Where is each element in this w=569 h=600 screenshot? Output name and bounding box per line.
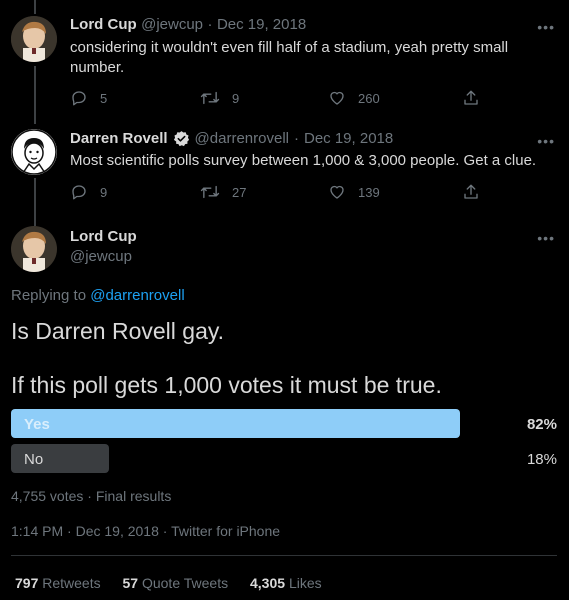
likes-count: 4,305 <box>250 575 286 591</box>
poll-summary: 4,755 votes · Final results <box>11 488 171 504</box>
reply1-author-handle[interactable]: @jewcup <box>141 16 203 33</box>
replying-to-link[interactable]: @darrenrovell <box>90 287 184 304</box>
replying-to-prefix: Replying to <box>11 287 87 304</box>
reply2-reply-count: 9 <box>100 184 108 200</box>
reply2-more-icon[interactable]: ••• <box>537 134 555 148</box>
main-stats: 797 Retweets 57 Quote Tweets 4,305 Likes <box>15 575 322 591</box>
avatar-image <box>11 129 57 175</box>
retweets-stat[interactable]: 797 Retweets <box>15 575 105 591</box>
main-source[interactable]: Twitter for iPhone <box>171 523 280 539</box>
verified-badge-icon <box>173 131 189 147</box>
main-tweet-line2: If this poll gets 1,000 votes it must be… <box>11 372 442 398</box>
heart-icon <box>330 91 344 105</box>
reply2-text: Most scientific polls survey between 1,0… <box>70 152 537 169</box>
main-date-separator: · <box>67 523 72 539</box>
poll-status: Final results <box>95 488 172 504</box>
avatar-lord-cup-1[interactable] <box>11 16 57 62</box>
avatar-image <box>11 226 57 272</box>
retweets-count: 797 <box>15 575 39 591</box>
main-tweet-timestamp: 1:14 PM · Dec 19, 2018 · Twitter for iPh… <box>11 523 280 539</box>
reply1-date[interactable]: Dec 19, 2018 <box>217 16 306 33</box>
reply2-separator: · <box>293 130 299 147</box>
reply2-author-handle[interactable]: @darrenrovell <box>195 130 289 147</box>
share-icon <box>464 90 478 105</box>
avatar-darren-rovell[interactable] <box>11 129 57 175</box>
heart-icon <box>330 185 344 199</box>
avatar-image <box>11 16 57 62</box>
reply2-retweet-count: 27 <box>232 184 247 200</box>
reply1-reply-button[interactable]: 5 <box>70 88 107 108</box>
poll-separator: · <box>87 488 92 504</box>
reply2-retweet-button[interactable]: 27 <box>200 182 246 202</box>
reply1-author-name[interactable]: Lord Cup <box>70 16 137 33</box>
poll-option-yes-percent: 82% <box>526 416 557 433</box>
main-date[interactable]: Dec 19, 2018 <box>76 523 159 539</box>
reply-icon <box>72 185 86 200</box>
thread-line-top <box>34 0 36 14</box>
replying-to-line: Replying to @darrenrovell <box>11 287 185 304</box>
reply1-reply-count: 5 <box>100 90 108 106</box>
reply2-date[interactable]: Dec 19, 2018 <box>304 130 393 147</box>
quote-tweets-label: Quote Tweets <box>141 575 229 591</box>
share-icon <box>464 184 478 199</box>
thread-line-mid <box>34 66 36 124</box>
avatar-lord-cup-main[interactable] <box>11 226 57 272</box>
poll-option-yes-label: Yes <box>24 416 50 433</box>
likes-stat[interactable]: 4,305 Likes <box>250 575 322 591</box>
reply-icon <box>72 91 86 106</box>
likes-label: Likes <box>288 575 322 591</box>
reply2-actions: 9 27 139 <box>70 182 490 202</box>
main-time[interactable]: 1:14 PM <box>11 523 63 539</box>
reply1-like-count: 260 <box>358 90 380 106</box>
reply1-text: considering it wouldn't even fill half o… <box>70 39 509 76</box>
quote-tweets-stat[interactable]: 57 Quote Tweets <box>123 575 233 591</box>
reply2-reply-button[interactable]: 9 <box>70 182 107 202</box>
reply2-like-button[interactable]: 139 <box>328 182 380 202</box>
main-author-handle[interactable]: @jewcup <box>70 248 132 265</box>
poll-option-no-label: No <box>24 451 44 468</box>
main-author-name[interactable]: Lord Cup <box>70 228 137 245</box>
reply1-retweet-button[interactable]: 9 <box>200 88 239 108</box>
main-tweet-line1: Is Darren Rovell gay. <box>11 318 225 344</box>
reply1-retweet-count: 9 <box>232 90 240 106</box>
reply2-like-count: 139 <box>358 184 380 200</box>
main-source-separator: · <box>162 523 168 539</box>
poll-votes: 4,755 votes <box>11 488 84 504</box>
retweet-icon <box>200 91 220 105</box>
reply1-more-icon[interactable]: ••• <box>537 20 555 34</box>
poll-option-yes-bar <box>11 409 460 438</box>
thread-line-bottom <box>34 178 36 226</box>
reply2-author-name[interactable]: Darren Rovell <box>70 130 168 147</box>
reply1-separator: · <box>207 16 213 33</box>
reply1-actions: 5 9 260 <box>70 88 490 108</box>
reply2-share-button[interactable] <box>462 182 480 202</box>
reply1-like-button[interactable]: 260 <box>328 88 380 108</box>
main-more-icon[interactable]: ••• <box>537 231 555 245</box>
retweets-label: Retweets <box>42 575 101 591</box>
retweet-icon <box>200 185 220 199</box>
stats-divider <box>11 555 557 556</box>
poll-option-no-percent: 18% <box>526 451 557 468</box>
reply1-share-button[interactable] <box>462 88 480 108</box>
quote-tweets-count: 57 <box>122 575 139 591</box>
